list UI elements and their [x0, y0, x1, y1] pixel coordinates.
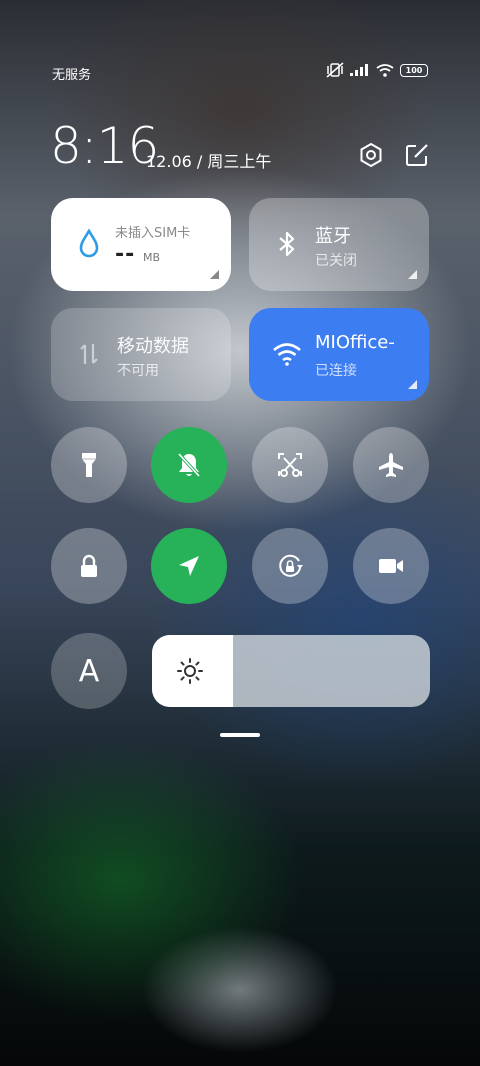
bluetooth-title: 蓝牙 — [315, 226, 351, 247]
wifi-network-name: MIOffice- — [315, 332, 395, 353]
expand-corner-icon — [408, 380, 417, 389]
video-camera-icon — [379, 559, 403, 573]
data-arrows-icon — [80, 344, 98, 364]
location-toggle[interactable] — [151, 528, 227, 604]
wifi-status: 已连接 — [315, 363, 357, 379]
data-usage-value: -- — [115, 242, 136, 267]
airplane-icon — [379, 453, 403, 477]
mobile-data-status: 不可用 — [117, 363, 159, 379]
sim-status-label: 未插入SIM卡 — [115, 226, 191, 241]
date-label: 12.06 / 周三上午 — [146, 152, 272, 171]
clock-time: 8:16 — [50, 117, 159, 175]
brightness-slider[interactable] — [152, 635, 430, 707]
location-arrow-icon — [179, 556, 199, 576]
lock-screen-toggle[interactable] — [51, 528, 127, 604]
wifi-icon — [273, 343, 301, 366]
bluetooth-tile[interactable]: 蓝牙 已关闭 — [249, 198, 429, 291]
wifi-status-icon — [376, 63, 394, 77]
drag-handle[interactable] — [220, 733, 260, 737]
wifi-tile[interactable]: MIOffice- 已连接 — [249, 308, 429, 401]
lock-icon — [81, 554, 97, 577]
vibrate-off-icon — [326, 62, 344, 78]
silent-mode-toggle[interactable] — [151, 427, 227, 503]
screen-record-toggle[interactable] — [353, 528, 429, 604]
mobile-data-tile[interactable]: 移动数据 不可用 — [51, 308, 231, 401]
bell-off-icon — [177, 452, 201, 478]
control-center-header: 8:16 12.06 / 周三上午 — [50, 116, 430, 176]
data-usage-tile[interactable]: 未插入SIM卡 -- MB — [51, 198, 231, 291]
battery-icon: 100 — [400, 63, 428, 77]
signal-icon — [350, 64, 368, 76]
bluetooth-status: 已关闭 — [315, 253, 357, 269]
rotation-lock-toggle[interactable] — [252, 528, 328, 604]
bluetooth-icon — [279, 231, 295, 257]
mobile-data-title: 移动数据 — [117, 336, 189, 357]
water-drop-icon — [79, 228, 99, 258]
flashlight-toggle[interactable] — [51, 427, 127, 503]
data-usage-unit: MB — [143, 251, 161, 264]
sun-icon — [177, 658, 203, 684]
expand-corner-icon — [408, 270, 417, 279]
expand-corner-icon — [210, 270, 219, 279]
screenshot-toggle[interactable] — [252, 427, 328, 503]
status-bar: 无服务 100 — [52, 62, 428, 84]
settings-gear-icon[interactable] — [358, 142, 384, 168]
airplane-mode-toggle[interactable] — [353, 427, 429, 503]
carrier-label: 无服务 — [52, 68, 92, 83]
edit-icon[interactable] — [404, 142, 430, 168]
rotation-lock-icon — [279, 554, 303, 577]
flashlight-icon — [82, 453, 96, 477]
scissors-icon — [278, 453, 302, 477]
auto-brightness-button[interactable]: A — [51, 633, 127, 709]
